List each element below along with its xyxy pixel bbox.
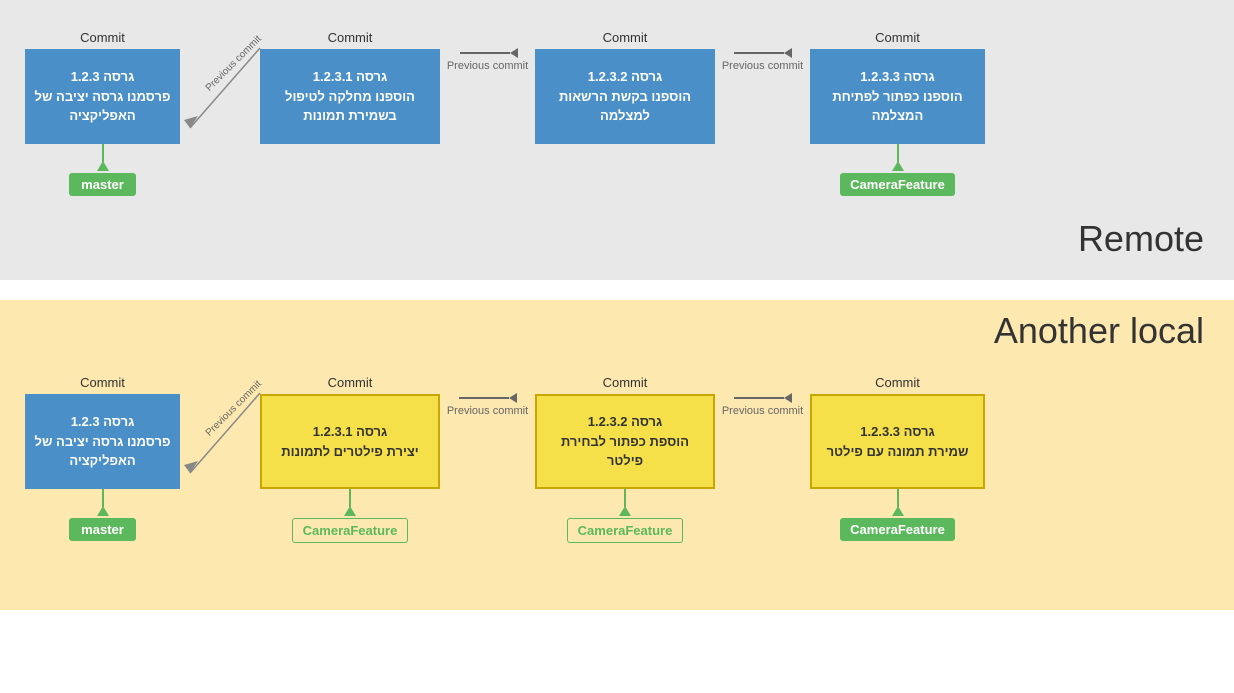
local-version-3: גרסה 1.2.3.3 <box>860 422 934 442</box>
local-h-connector-1: Previous commit <box>440 393 535 417</box>
local-commits-row: Commit גרסה 1.2.3 פרסמנו גרסה יציבה של ה… <box>10 320 1224 563</box>
remote-commits-row: Commit גרסה 1.2.3 פרסמנו גרסה יציבה של ה… <box>10 20 1224 246</box>
local-branch-2: CameraFeature <box>567 518 684 543</box>
local-version-2: גרסה 1.2.3.2 <box>588 412 662 432</box>
local-version-0: גרסה 1.2.3 <box>71 412 135 432</box>
local-branch-3: CameraFeature <box>840 518 955 541</box>
local-text-0: פרסמנו גרסה יציבה של האפליקציה <box>33 432 172 471</box>
local-text-1: יצירת פילטרים לתמונות <box>281 442 418 462</box>
local-commit-group-2: Commit גרסה 1.2.3.2 הוספת כפתור לבחירת פ… <box>535 375 715 543</box>
local-commit-box-3: גרסה 1.2.3.3 שמירת תמונה עם פילטר <box>810 394 985 489</box>
h-connector-2: Previous commit <box>715 48 810 72</box>
remote-label: Remote <box>1078 218 1204 260</box>
commit-group-3: Commit גרסה 1.2.3.3 הוספנו כפתור לפתיחת … <box>810 30 985 196</box>
commit-label-3: Commit <box>875 30 920 45</box>
local-commit-label-0: Commit <box>80 375 125 390</box>
local-commit-group-1: Commit גרסה 1.2.3.1 יצירת פילטרים לתמונו… <box>260 375 440 543</box>
text-2: הוספנו בקשת הרשאות למצלמה <box>543 87 707 126</box>
text-0: פרסמנו גרסה יציבה של האפליקציה <box>33 87 172 126</box>
prev-commit-label-1: Previous commit <box>447 60 528 72</box>
commit-label-2: Commit <box>603 30 648 45</box>
branch-camera-3: CameraFeature <box>840 173 955 196</box>
svg-text:Previous commit: Previous commit <box>204 378 264 438</box>
text-3: הוספנו כפתור לפתיחת המצלמה <box>818 87 977 126</box>
commit-box-0: גרסה 1.2.3 פרסמנו גרסה יציבה של האפליקצי… <box>25 49 180 144</box>
commit-box-2: גרסה 1.2.3.2 הוספנו בקשת הרשאות למצלמה <box>535 49 715 144</box>
svg-text:Previous commit: Previous commit <box>204 33 264 93</box>
local-commit-label-1: Commit <box>328 375 373 390</box>
commit-group-2: Commit גרסה 1.2.3.2 הוספנו בקשת הרשאות ל… <box>535 30 715 144</box>
version-3: גרסה 1.2.3.3 <box>860 67 934 87</box>
prev-commit-label-2: Previous commit <box>722 60 803 72</box>
version-0: גרסה 1.2.3 <box>71 67 135 87</box>
local-text-3: שמירת תמונה עם פילטר <box>827 442 969 462</box>
local-commit-label-3: Commit <box>875 375 920 390</box>
local-commit-group-3: Commit גרסה 1.2.3.3 שמירת תמונה עם פילטר… <box>810 375 985 541</box>
commit-box-1: גרסה 1.2.3.1 הוספנו מחלקה לטיפול בשמירת … <box>260 49 440 144</box>
local-prev-commit-1: Previous commit <box>447 405 528 417</box>
local-branch-1: CameraFeature <box>292 518 409 543</box>
up-arrow-3 <box>892 144 904 171</box>
diag-connector-local: Previous commit <box>180 393 260 488</box>
local-commit-group-0: Commit גרסה 1.2.3 פרסמנו גרסה יציבה של ה… <box>25 375 180 541</box>
branch-master-0: master <box>69 173 136 196</box>
page-container: Commit גרסה 1.2.3 פרסמנו גרסה יציבה של ה… <box>0 0 1234 693</box>
local-commit-box-1: גרסה 1.2.3.1 יצירת פילטרים לתמונות <box>260 394 440 489</box>
local-label: Another local <box>994 310 1204 352</box>
version-2: גרסה 1.2.3.2 <box>588 67 662 87</box>
local-section: Another local Commit גרסה 1.2.3 פרסמנו ג… <box>0 300 1234 610</box>
version-1: גרסה 1.2.3.1 <box>313 67 387 87</box>
commit-group-0: Commit גרסה 1.2.3 פרסמנו גרסה יציבה של ה… <box>25 30 180 196</box>
local-commit-box-2: גרסה 1.2.3.2 הוספת כפתור לבחירת פילטר <box>535 394 715 489</box>
local-commit-box-0: גרסה 1.2.3 פרסמנו גרסה יציבה של האפליקצי… <box>25 394 180 489</box>
up-arrow-0 <box>97 144 109 171</box>
diag-connector-remote: Previous commit <box>180 48 260 143</box>
commit-box-3: גרסה 1.2.3.3 הוספנו כפתור לפתיחת המצלמה <box>810 49 985 144</box>
commit-label-0: Commit <box>80 30 125 45</box>
local-prev-commit-2: Previous commit <box>722 405 803 417</box>
local-version-1: גרסה 1.2.3.1 <box>313 422 387 442</box>
h-connector-1: Previous commit <box>440 48 535 72</box>
local-h-connector-2: Previous commit <box>715 393 810 417</box>
local-commit-label-2: Commit <box>603 375 648 390</box>
commit-group-1: Commit גרסה 1.2.3.1 הוספנו מחלקה לטיפול … <box>260 30 440 144</box>
local-branch-master: master <box>69 518 136 541</box>
commit-label-1: Commit <box>328 30 373 45</box>
local-text-2: הוספת כפתור לבחירת פילטר <box>543 432 707 471</box>
remote-section: Commit גרסה 1.2.3 פרסמנו גרסה יציבה של ה… <box>0 0 1234 280</box>
text-1: הוספנו מחלקה לטיפול בשמירת תמונות <box>268 87 432 126</box>
